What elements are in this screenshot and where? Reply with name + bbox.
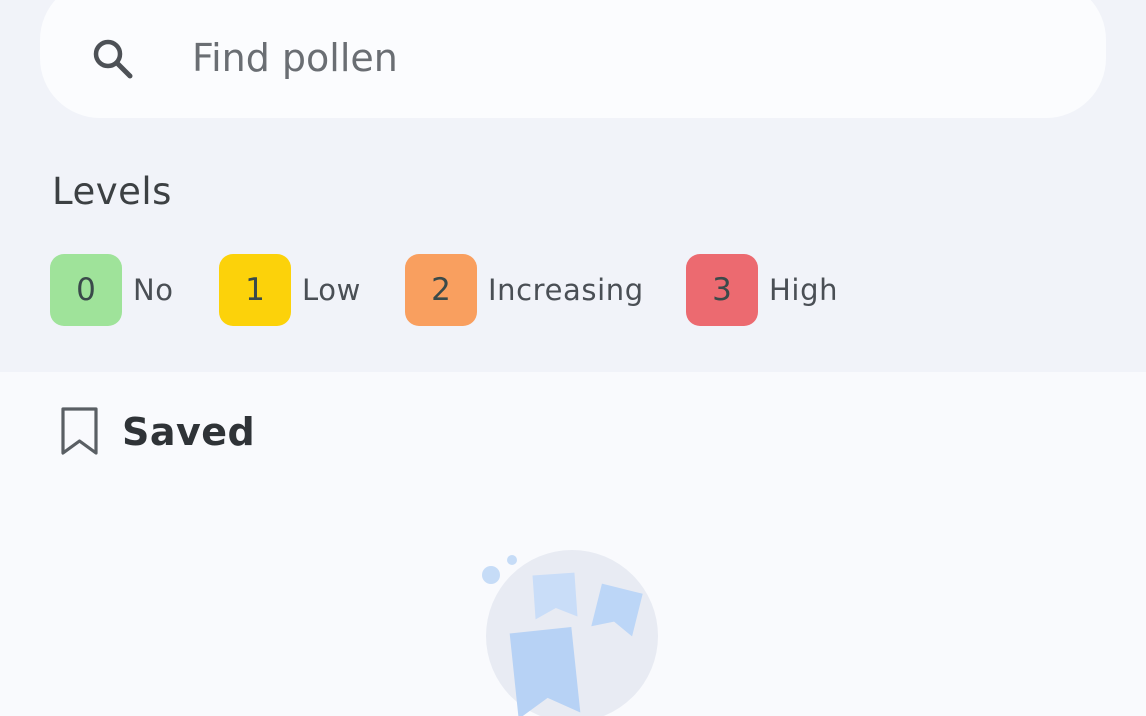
level-label: Low <box>302 273 361 307</box>
saved-empty-illustration <box>482 550 658 716</box>
levels-title: Levels <box>52 170 172 213</box>
level-item-no: 0 No <box>50 254 174 326</box>
level-badge: 0 <box>50 254 122 326</box>
level-badge: 3 <box>686 254 758 326</box>
level-item-increasing: 2 Increasing <box>405 254 644 326</box>
level-label: High <box>769 273 839 307</box>
saved-title: Saved <box>122 410 256 454</box>
bookmark-icon <box>61 407 98 455</box>
search-input[interactable] <box>192 30 892 86</box>
search-icon[interactable] <box>90 36 136 82</box>
level-item-high: 3 High <box>686 254 838 326</box>
levels-panel: Levels 0 No 1 Low 2 Increasing 3 High <box>0 0 1146 372</box>
level-label: Increasing <box>488 273 644 307</box>
level-label: No <box>133 273 174 307</box>
level-item-low: 1 Low <box>219 254 361 326</box>
level-badge: 2 <box>405 254 477 326</box>
level-badge: 1 <box>219 254 291 326</box>
saved-section-header: Saved <box>58 406 255 458</box>
